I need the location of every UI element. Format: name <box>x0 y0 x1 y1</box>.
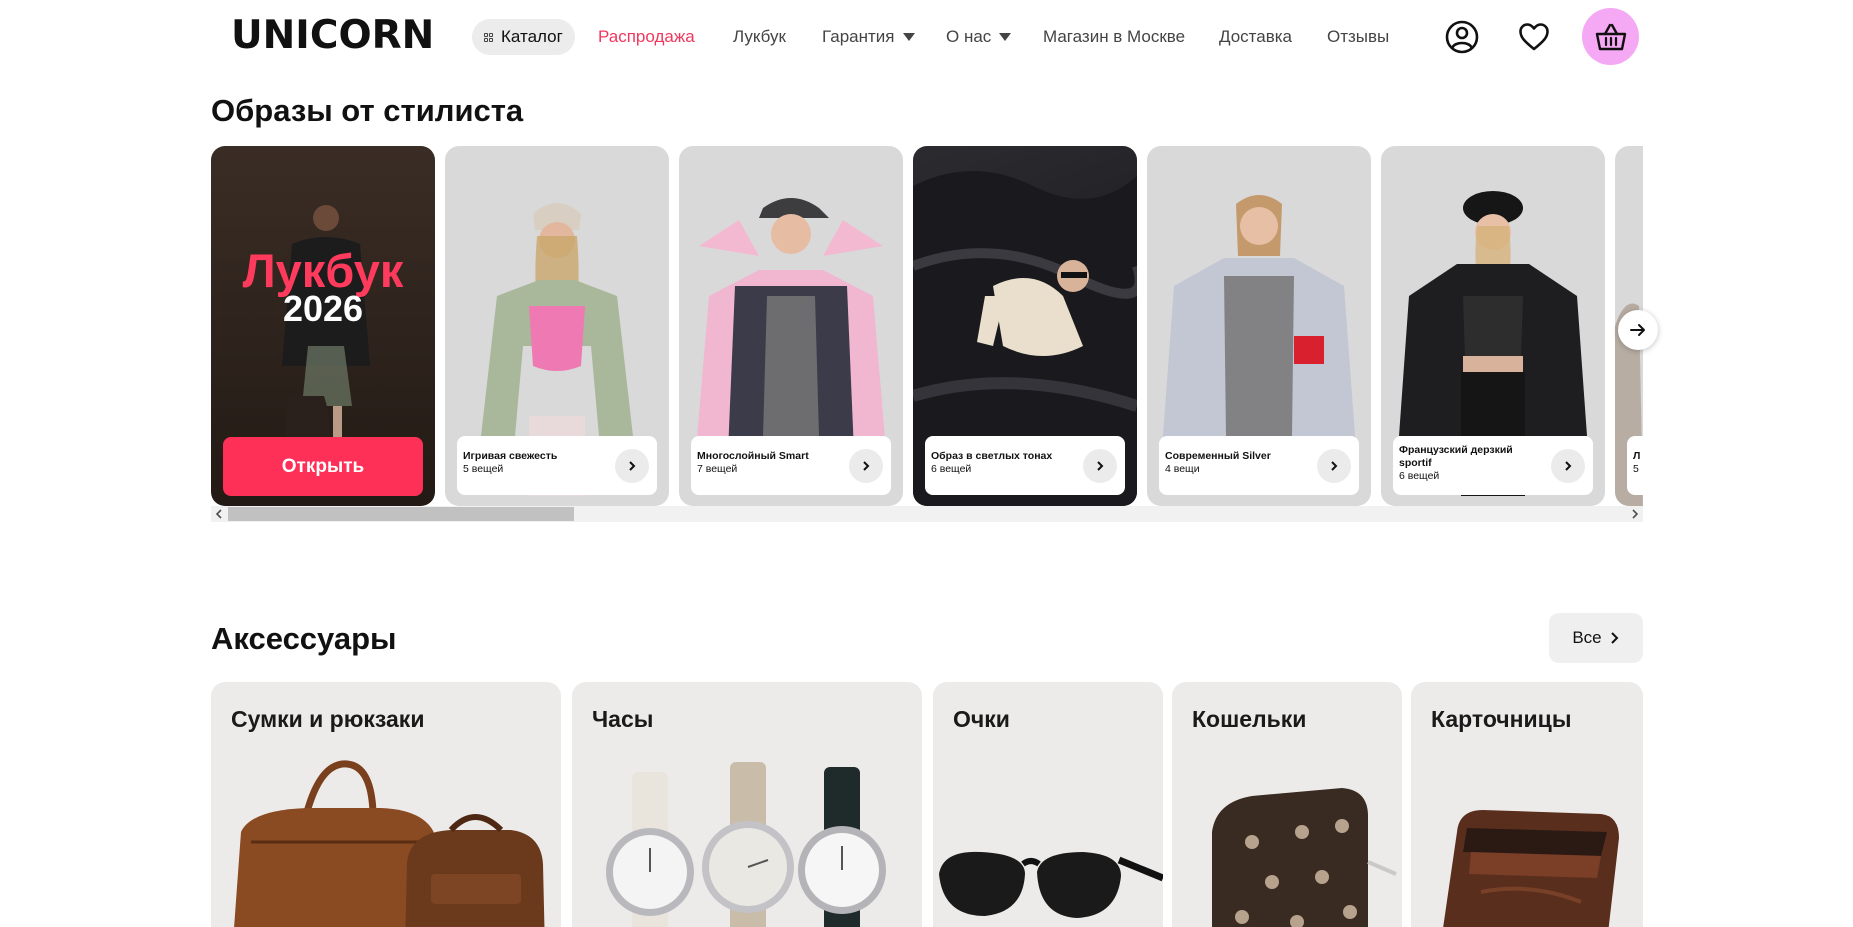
look-name: Многослойный Smart <box>697 450 809 462</box>
carousel-next-button[interactable] <box>1618 310 1658 350</box>
look-info: Современный Silver 4 вещи <box>1159 436 1359 495</box>
look-info: Л 5 <box>1627 436 1643 495</box>
lookbook-promo-card[interactable]: Лукбук 2026 Открыть <box>211 146 435 506</box>
cart-button[interactable] <box>1582 8 1639 65</box>
category-card-glasses[interactable]: Очки <box>933 682 1163 927</box>
category-title: Карточницы <box>1431 706 1572 732</box>
category-card-wallets[interactable]: Кошельки <box>1172 682 1402 927</box>
chevron-down-icon <box>902 33 915 41</box>
look-card[interactable]: Образ в светлых тонах 6 вещей <box>913 146 1137 506</box>
category-card-card-holders[interactable]: Карточницы <box>1411 682 1643 927</box>
nav-lookbook[interactable]: Лукбук <box>733 26 786 48</box>
look-name: Игривая свежесть <box>463 450 558 462</box>
chevron-right-icon <box>1610 632 1619 644</box>
open-lookbook-button[interactable]: Открыть <box>223 437 423 496</box>
carousel-scrollbar[interactable] <box>211 506 1643 522</box>
site-header: UNICORN Каталог Распродажа Лукбук Гарант… <box>0 0 1853 74</box>
arrow-right-icon <box>1630 324 1645 336</box>
bags-photo <box>234 760 545 927</box>
logo[interactable]: UNICORN <box>231 14 434 58</box>
category-title: Кошельки <box>1192 706 1307 732</box>
chevron-right-icon <box>1565 461 1572 471</box>
nav-delivery-label: Доставка <box>1219 27 1293 46</box>
nav-about-label: О нас <box>946 27 992 46</box>
chevron-right-icon <box>1331 461 1338 471</box>
look-item-count: 5 <box>1633 463 1639 475</box>
heart-icon <box>1519 23 1549 51</box>
look-item-count: 6 вещей <box>931 463 972 475</box>
category-title: Очки <box>953 706 1010 732</box>
look-card[interactable]: Современный Silver 4 вещи <box>1147 146 1371 506</box>
nav-lookbook-label: Лукбук <box>733 27 786 46</box>
user-circle-icon <box>1445 20 1479 54</box>
nav-reviews-label: Отзывы <box>1327 27 1390 46</box>
category-title: Часы <box>592 706 654 732</box>
view-all-button[interactable]: Все <box>1549 613 1643 663</box>
chevron-right-icon <box>1097 461 1104 471</box>
card-holder-photo <box>1443 810 1619 927</box>
basket-icon <box>1595 23 1626 50</box>
grid-icon <box>484 32 493 42</box>
nav-warranty[interactable]: Гарантия <box>822 26 915 48</box>
nav-store[interactable]: Магазин в Москве <box>1043 26 1185 48</box>
chevron-down-icon <box>999 33 1012 41</box>
looks-carousel: Лукбук 2026 Открыть Игривая свежесть 5 в… <box>211 146 1643 506</box>
nav-delivery[interactable]: Доставка <box>1219 26 1292 48</box>
scrollbar-thumb[interactable] <box>228 507 574 521</box>
nav-reviews[interactable]: Отзывы <box>1327 26 1389 48</box>
look-open-button[interactable] <box>1083 449 1117 483</box>
look-info: Образ в светлых тонах 6 вещей <box>925 436 1125 495</box>
chevron-right-icon <box>863 461 870 471</box>
account-button[interactable] <box>1442 17 1482 57</box>
look-card[interactable]: Игривая свежесть 5 вещей <box>445 146 669 506</box>
nav-about[interactable]: О нас <box>946 26 1012 48</box>
look-item-count: 4 вещи <box>1165 463 1200 475</box>
catalog-button[interactable]: Каталог <box>472 19 575 55</box>
category-title: Сумки и рюкзаки <box>231 706 425 732</box>
look-name: Французский дерзкий sportif <box>1399 444 1513 469</box>
favorites-button[interactable] <box>1514 17 1554 57</box>
nav-sale-label: Распродажа <box>598 27 695 46</box>
accessories-section-title: Аксессуары <box>211 621 397 656</box>
nav-warranty-label: Гарантия <box>822 27 895 46</box>
look-info: Многослойный Smart 7 вещей <box>691 436 891 495</box>
look-info: Игривая свежесть 5 вещей <box>457 436 657 495</box>
look-open-button[interactable] <box>1317 449 1351 483</box>
look-item-count: 5 вещей <box>463 463 504 475</box>
wallet-photo <box>1212 788 1397 927</box>
nav-sale[interactable]: Распродажа <box>598 26 695 48</box>
look-open-button[interactable] <box>615 449 649 483</box>
look-card[interactable]: Многослойный Smart 7 вещей <box>679 146 903 506</box>
glasses-photo <box>939 851 1163 918</box>
looks-section-title: Образы от стилиста <box>211 93 524 128</box>
look-name: Образ в светлых тонах <box>931 450 1053 462</box>
look-item-count: 7 вещей <box>697 463 738 475</box>
look-card[interactable]: Французский дерзкий sportif 6 вещей <box>1381 146 1605 506</box>
promo-year: 2026 <box>282 288 364 329</box>
look-name: Л <box>1633 450 1641 462</box>
look-name: Современный Silver <box>1165 450 1271 462</box>
chevron-right-icon <box>629 461 636 471</box>
look-open-button[interactable] <box>849 449 883 483</box>
scroll-left-icon[interactable] <box>211 506 227 522</box>
look-item-count: 6 вещей <box>1399 470 1440 482</box>
scroll-right-icon[interactable] <box>1627 506 1643 522</box>
look-info: Французский дерзкий sportif 6 вещей <box>1393 436 1593 495</box>
look-open-button[interactable] <box>1551 449 1585 483</box>
catalog-label: Каталог <box>501 27 563 46</box>
nav-store-label: Магазин в Москве <box>1043 27 1186 46</box>
category-card-bags[interactable]: Сумки и рюкзаки <box>211 682 561 927</box>
watches-photo <box>606 762 886 927</box>
view-all-label: Все <box>1572 628 1602 647</box>
category-card-watches[interactable]: Часы <box>572 682 922 927</box>
